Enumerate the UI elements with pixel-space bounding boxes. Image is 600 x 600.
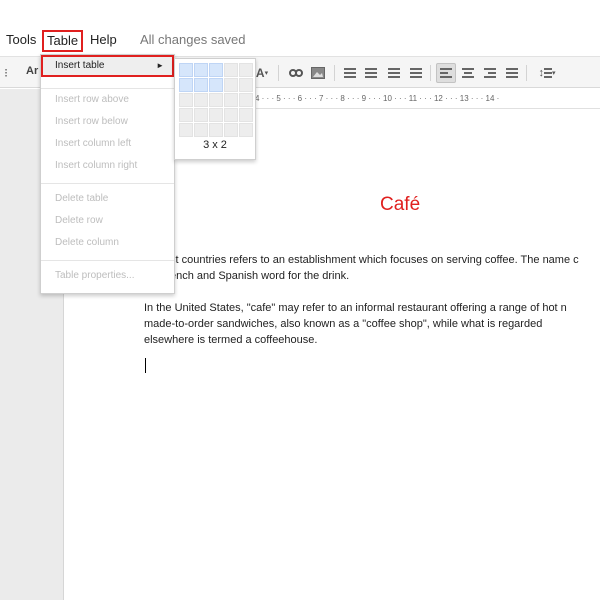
menu-item-insert-column-left[interactable]: Insert column left	[41, 133, 174, 155]
table-menu-dropdown: Insert table ► Insert row above Insert r…	[40, 54, 175, 294]
grid-cell[interactable]	[209, 78, 223, 92]
grid-cell[interactable]	[224, 93, 238, 107]
ruler[interactable]: 4 · · · 5 · · · 6 · · · 7 · · · 8 · · · …	[255, 92, 600, 106]
docs-editor-window: Tools Table Help All changes saved ⁝ Ar …	[0, 0, 600, 600]
grid-cell[interactable]	[209, 108, 223, 122]
line-spacing-icon[interactable]: ↕ ▾	[534, 63, 560, 83]
grid-cell[interactable]	[194, 78, 208, 92]
grid-cell[interactable]	[239, 63, 253, 77]
menu-item-delete-table[interactable]: Delete table	[41, 188, 174, 210]
grid-cell[interactable]	[194, 63, 208, 77]
grid-cell[interactable]	[194, 93, 208, 107]
paragraph-1-line-2[interactable]: ench and Spanish word for the drink.	[170, 268, 349, 284]
grid-cell[interactable]	[179, 78, 193, 92]
increase-indent-icon[interactable]	[406, 63, 426, 83]
menu-tools[interactable]: Tools	[2, 30, 40, 52]
save-status: All changes saved	[140, 32, 246, 47]
justify-icon[interactable]	[502, 63, 522, 83]
toolbar-separator	[334, 65, 335, 81]
numbered-list-icon[interactable]	[340, 63, 360, 83]
paragraph-2-line-1[interactable]: In the United States, "cafe" may refer t…	[144, 300, 567, 316]
document-title[interactable]: Café	[380, 194, 420, 216]
image-icon[interactable]	[308, 63, 328, 83]
menu-item-delete-row[interactable]: Delete row	[41, 210, 174, 232]
menu-item-label: Insert table	[55, 60, 105, 71]
menu-item-insert-row-above[interactable]: Insert row above	[41, 89, 174, 111]
grid-cell[interactable]	[239, 123, 253, 137]
toolbar-separator	[278, 65, 279, 81]
grid-cell[interactable]	[224, 78, 238, 92]
menu-item-insert-column-right[interactable]: Insert column right	[41, 155, 174, 177]
grid-cell[interactable]	[239, 78, 253, 92]
grid-cell[interactable]	[239, 93, 253, 107]
submenu-arrow-icon: ►	[156, 61, 164, 70]
align-left-icon[interactable]	[436, 63, 456, 83]
grid-cell[interactable]	[209, 93, 223, 107]
toolbar-separator	[526, 65, 527, 81]
menu-bar: Tools Table Help All changes saved	[0, 26, 600, 54]
drag-handle-icon[interactable]: ⁝	[0, 63, 12, 83]
bulleted-list-icon[interactable]	[361, 63, 381, 83]
grid-cell[interactable]	[224, 63, 238, 77]
grid-cells[interactable]	[179, 63, 255, 137]
paragraph-2-line-3[interactable]: elsewhere is termed a coffeehouse.	[144, 332, 317, 348]
menu-table[interactable]: Table	[42, 30, 84, 52]
grid-cell[interactable]	[209, 123, 223, 137]
grid-size-label: 3 x 2	[203, 139, 227, 151]
link-icon[interactable]	[286, 63, 306, 83]
text-cursor	[145, 358, 146, 373]
menu-item-table-properties[interactable]: Table properties...	[41, 265, 174, 287]
paragraph-2-line-2[interactable]: made-to-order sandwiches, also known as …	[144, 316, 542, 332]
menu-item-insert-table[interactable]: Insert table ►	[41, 55, 174, 77]
align-center-icon[interactable]	[458, 63, 478, 83]
paragraph-1-line-1[interactable]: st countries refers to an establishment …	[170, 252, 579, 268]
font-family-dropdown[interactable]: Ar	[26, 65, 38, 77]
grid-cell[interactable]	[239, 108, 253, 122]
decrease-indent-icon[interactable]	[384, 63, 404, 83]
menu-separator	[41, 260, 174, 261]
menu-item-insert-row-below[interactable]: Insert row below	[41, 111, 174, 133]
grid-cell[interactable]	[194, 108, 208, 122]
table-grid-picker: 3 x 2	[174, 58, 256, 160]
grid-cell[interactable]	[179, 123, 193, 137]
menu-item-delete-column[interactable]: Delete column	[41, 232, 174, 254]
grid-cell[interactable]	[179, 63, 193, 77]
grid-cell[interactable]	[224, 108, 238, 122]
toolbar-separator	[430, 65, 431, 81]
grid-cell[interactable]	[224, 123, 238, 137]
align-right-icon[interactable]	[480, 63, 500, 83]
grid-cell[interactable]	[179, 108, 193, 122]
menu-help[interactable]: Help	[86, 30, 121, 52]
grid-cell[interactable]	[209, 63, 223, 77]
grid-cell[interactable]	[179, 93, 193, 107]
menu-separator	[41, 183, 174, 184]
grid-cell[interactable]	[194, 123, 208, 137]
